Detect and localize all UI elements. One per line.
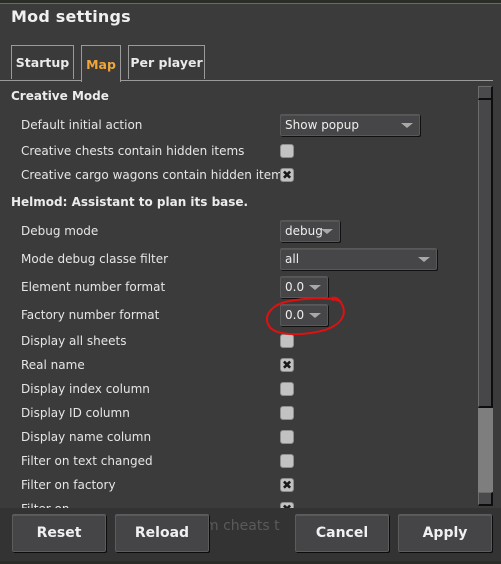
setting-label: Filter on factory [21, 478, 116, 492]
debug-mode-dropdown[interactable]: debug [280, 220, 340, 242]
setting-label: Mode debug classe filter [21, 252, 169, 266]
check-icon: ✖ [281, 358, 293, 372]
tab-map[interactable]: Map [81, 45, 121, 82]
mode-debug-classe-filter-dropdown[interactable]: all [280, 248, 437, 270]
filter-on-text-changed-checkbox[interactable] [280, 454, 294, 468]
tab-divider [0, 80, 493, 81]
tab-startup[interactable]: Startup [11, 45, 74, 79]
display-name-column-checkbox[interactable] [280, 430, 294, 444]
setting-label: Real name [21, 358, 85, 372]
setting-label: Display index column [21, 382, 150, 396]
setting-label: Factory number format [21, 308, 160, 322]
cancel-button[interactable]: Cancel [295, 514, 389, 552]
apply-button[interactable]: Apply [398, 514, 492, 552]
display-all-sheets-checkbox[interactable] [280, 334, 294, 348]
settings-scroll-pane: Creative Mode Default initial action Sho… [0, 82, 478, 508]
real-name-checkbox[interactable]: ✖ [280, 358, 294, 372]
check-icon: ✖ [281, 478, 293, 492]
setting-label: Display name column [21, 430, 152, 444]
setting-label: Element number format [21, 280, 166, 294]
tab-per-player[interactable]: Per player [128, 45, 205, 79]
setting-label: Creative cargo wagons contain hidden ite… [21, 168, 290, 182]
chevron-down-icon [309, 313, 321, 318]
section-title-helmod: Helmod: Assistant to plan its base. [11, 195, 249, 209]
default-initial-action-dropdown[interactable]: Show popup [280, 114, 420, 136]
scroll-down-button[interactable] [478, 492, 493, 506]
chevron-down-icon [418, 257, 430, 262]
setting-label: Display ID column [21, 406, 130, 420]
reload-button[interactable]: Reload [115, 514, 209, 552]
factory-number-format-dropdown[interactable]: 0.0 [280, 304, 328, 326]
creative-cargo-wagons-checkbox[interactable]: ✖ [280, 168, 294, 182]
chevron-down-icon [401, 123, 413, 128]
filter-on-factory-checkbox[interactable]: ✖ [280, 478, 294, 492]
dropdown-value: debug [285, 224, 323, 238]
display-id-column-checkbox[interactable] [280, 406, 294, 420]
vertical-scrollbar[interactable] [478, 86, 493, 506]
display-index-column-checkbox[interactable] [280, 382, 294, 396]
dropdown-value: 0.0 [285, 280, 305, 294]
dropdown-value: all [285, 252, 300, 266]
setting-label: Display all sheets [21, 334, 127, 348]
element-number-format-dropdown[interactable]: 0.0 [280, 276, 328, 298]
dropdown-value: 0.0 [285, 308, 305, 322]
creative-chests-checkbox[interactable] [280, 144, 294, 158]
setting-label: Creative chests contain hidden items [21, 144, 245, 158]
setting-label: Debug mode [21, 224, 99, 238]
chevron-down-icon [309, 285, 321, 290]
dropdown-value: Show popup [285, 118, 359, 132]
scrollbar-thumb[interactable] [478, 408, 493, 492]
window-title: Mod settings [11, 7, 131, 26]
setting-label: Filter on text changed [21, 454, 153, 468]
scrollbar-track[interactable] [478, 100, 493, 408]
section-title-creative-mode: Creative Mode [11, 89, 109, 103]
check-icon: ✖ [281, 168, 293, 182]
chevron-down-icon [321, 229, 333, 234]
setting-label: Default initial action [21, 118, 143, 132]
scroll-up-button[interactable] [478, 86, 493, 100]
reset-button[interactable]: Reset [12, 514, 106, 552]
